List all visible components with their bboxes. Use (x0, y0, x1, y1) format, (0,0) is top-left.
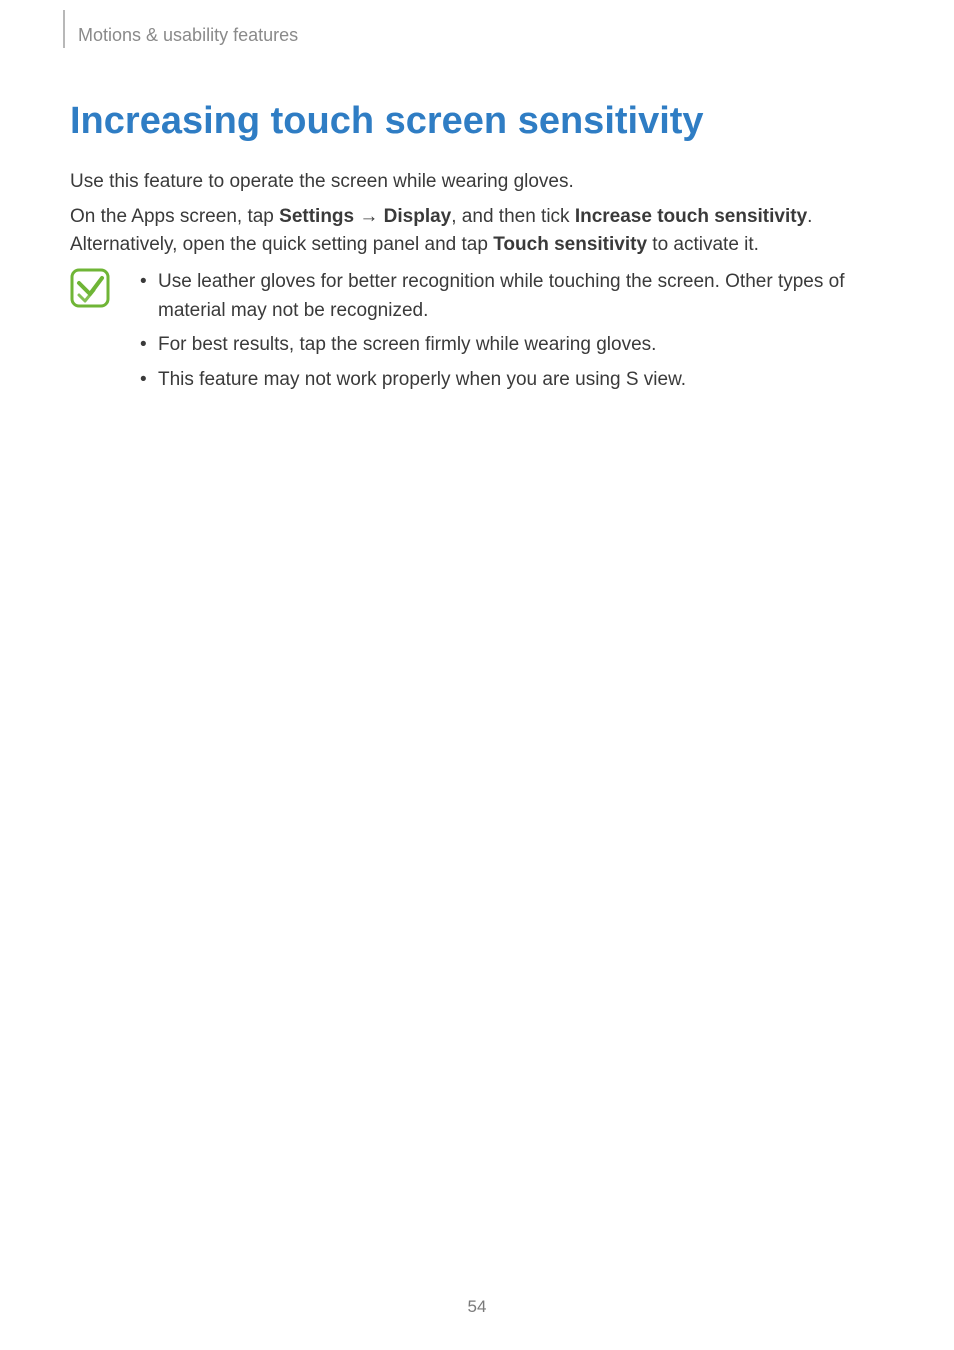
instruction-bold-settings: Settings (279, 206, 354, 227)
page-title: Increasing touch screen sensitivity (70, 100, 704, 143)
instruction-text: On the Apps screen, tap (70, 206, 279, 227)
instruction-bold-display: Display (384, 206, 452, 227)
note-bullet-item: For best results, tap the screen firmly … (138, 331, 888, 360)
note-bullet-item: Use leather gloves for better recognitio… (138, 268, 888, 325)
instruction-arrow: → (354, 206, 384, 227)
note-bullet-list: Use leather gloves for better recognitio… (138, 268, 888, 400)
header-divider (63, 10, 65, 48)
instruction-paragraph: On the Apps screen, tap Settings → Displ… (70, 203, 885, 258)
section-label: Motions & usability features (78, 25, 298, 46)
note-bullet-item: This feature may not work properly when … (138, 366, 888, 395)
instruction-text: , and then tick (451, 206, 575, 227)
note-icon (70, 268, 110, 308)
instruction-bold-increase: Increase touch sensitivity (575, 206, 807, 227)
instruction-text: to activate it. (647, 234, 759, 255)
page-number: 54 (0, 1297, 954, 1317)
intro-paragraph: Use this feature to operate the screen w… (70, 168, 885, 196)
instruction-bold-touch: Touch sensitivity (493, 234, 647, 255)
